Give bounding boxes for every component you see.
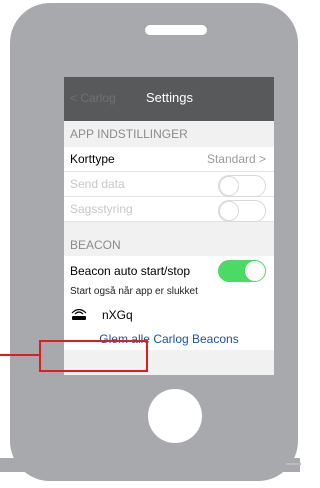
highlight-box (39, 340, 148, 372)
highlight-pointer-line (0, 354, 40, 356)
beacon-signal-icon (71, 308, 87, 320)
toggle-knob (219, 176, 239, 196)
phone-frame: < Carlog Settings APP INDSTILLINGER Kort… (10, 3, 298, 481)
send-data-label: Send data (70, 177, 125, 191)
baseline-line (286, 463, 301, 465)
back-button[interactable]: < Carlog (70, 91, 116, 105)
toggle-knob (245, 261, 265, 281)
beacon-auto-row: Beacon auto start/stop (64, 256, 274, 286)
section-spacer (64, 222, 274, 234)
send-data-toggle[interactable] (218, 175, 266, 197)
navigation-bar: < Carlog Settings (64, 77, 274, 121)
toggle-knob (219, 201, 239, 221)
page-title: Settings (146, 90, 193, 105)
beacon-device-item[interactable]: nXGq (64, 302, 274, 328)
sagsstyring-label: Sagsstyring (70, 202, 133, 216)
beacon-auto-label: Beacon auto start/stop (70, 264, 191, 278)
korttype-label: Korttype (70, 152, 115, 166)
sagsstyring-toggle[interactable] (218, 200, 266, 222)
phone-screen: < Carlog Settings APP INDSTILLINGER Kort… (64, 77, 274, 375)
app-settings-header: APP INDSTILLINGER (64, 121, 274, 147)
beacon-note: Start også når app er slukket (64, 286, 274, 302)
send-data-row: Send data (64, 172, 274, 197)
phone-bottom-edge (0, 458, 300, 472)
beacon-auto-toggle[interactable] (218, 260, 266, 282)
sagsstyring-row: Sagsstyring (64, 197, 274, 222)
korttype-value: Standard > (206, 152, 266, 166)
beacon-device-name: nXGq (102, 308, 133, 322)
korttype-row[interactable]: Korttype Standard > (64, 147, 274, 172)
beacon-header: BEACON (64, 234, 274, 256)
home-button[interactable] (148, 389, 202, 443)
phone-speaker (145, 25, 207, 35)
